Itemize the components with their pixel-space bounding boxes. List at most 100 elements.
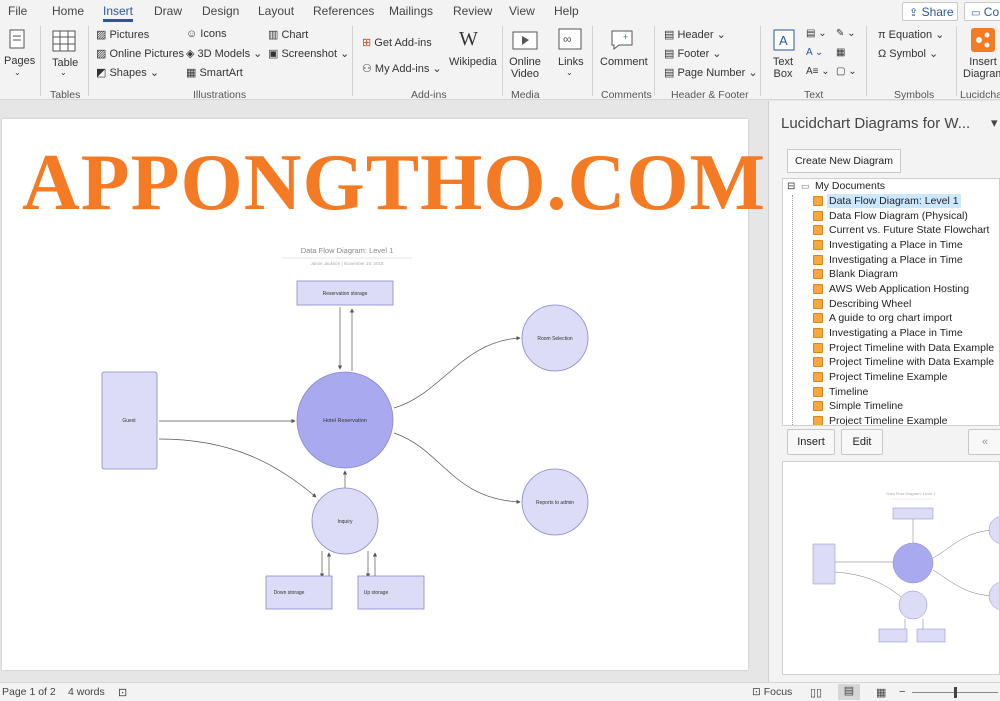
collapse-icon[interactable]: ⊟	[787, 181, 795, 192]
comments-label: Co	[983, 5, 1000, 19]
create-new-diagram-button[interactable]: Create New Diagram	[787, 149, 901, 173]
proofing-icon[interactable]: ⊡	[118, 686, 127, 699]
smartart-button[interactable]: ▦ SmartArt	[186, 66, 243, 79]
header-button[interactable]: ▤ Header ⌄	[664, 28, 726, 41]
page-number-button[interactable]: ▤ Page Number ⌄	[664, 66, 758, 79]
chevron-down-icon: ⌄	[14, 68, 21, 77]
node-guest[interactable]: Guest	[101, 371, 158, 470]
edit-button[interactable]: Edit	[841, 429, 883, 455]
node-reports-to-admin[interactable]: Reports to admin	[521, 468, 589, 536]
tab-layout[interactable]: Layout	[258, 4, 294, 18]
drop-cap-icon[interactable]: A≡ ⌄	[806, 66, 830, 77]
equation-button[interactable]: π Equation ⌄	[878, 28, 944, 41]
node-room-selection[interactable]: Room Selection	[521, 304, 589, 372]
word-count[interactable]: 4 words	[68, 686, 105, 698]
shapes-button[interactable]: ◩ Shapes ⌄	[96, 66, 159, 79]
signature-line-icon[interactable]: ✎ ⌄	[836, 28, 856, 39]
node-label: Room Selection	[537, 336, 573, 342]
footer-icon: ▤	[664, 48, 678, 60]
node-reservation-storage[interactable]: Reservation storage	[296, 280, 394, 306]
tab-help[interactable]: Help	[554, 4, 579, 18]
my-addins-button[interactable]: ⚇ My Add-ins ⌄	[362, 62, 442, 75]
tab-references[interactable]: References	[313, 4, 374, 18]
zoom-out-icon[interactable]: −	[899, 686, 905, 698]
tab-file[interactable]: File	[8, 4, 27, 18]
online-pictures-label: Online Pictures	[109, 48, 185, 60]
object-icon[interactable]: ▢ ⌄	[836, 66, 857, 77]
tree-item-label: Data Flow Diagram (Physical)	[829, 210, 968, 222]
page-count[interactable]: Page 1 of 2	[2, 686, 56, 698]
link-icon: ∞	[558, 28, 582, 50]
tab-draw[interactable]: Draw	[154, 4, 182, 18]
node-up-storage[interactable]: Up storage	[357, 575, 425, 610]
preview-title: Data Flow Diagram: Level 1	[886, 491, 936, 496]
chevron-down-icon: ⌄	[745, 67, 758, 79]
preview-node-reports	[988, 582, 999, 610]
node-label: Reports to admin	[536, 500, 574, 506]
tab-mailings[interactable]: Mailings	[389, 4, 433, 18]
chart-label: Chart	[281, 29, 309, 41]
print-layout-icon[interactable]: ▤	[838, 684, 860, 700]
web-layout-icon[interactable]: ▦	[876, 686, 886, 699]
smartart-icon: ▦	[186, 67, 200, 79]
chevron-down-icon: ⌄	[250, 48, 263, 60]
ribbon: Pages ⌄ Table ⌄ Tables ▨ Pictures ▨ Onli…	[0, 22, 1000, 101]
group-divider	[956, 26, 957, 96]
svg-text:∞: ∞	[563, 32, 572, 46]
header-label: Header	[677, 29, 714, 41]
illustrations-group-label: Illustrations	[193, 89, 247, 101]
node-label: Up storage	[364, 590, 389, 596]
shapes-icon: ◩	[96, 67, 110, 79]
tree-item-label: Timeline	[829, 386, 869, 398]
wordart-icon[interactable]: A ⌄	[806, 47, 823, 58]
tree-root[interactable]: My Documents	[815, 180, 885, 192]
preview-node-down	[878, 628, 908, 643]
preview-node-storage	[892, 507, 934, 520]
node-label: Reservation storage	[323, 291, 368, 297]
get-addins-button[interactable]: ⊞ Get Add-ins	[362, 36, 432, 49]
tab-insert[interactable]: Insert	[103, 4, 133, 18]
date-time-icon[interactable]: ▦	[836, 47, 845, 58]
comments-button[interactable]: ▭ Co	[964, 2, 1000, 21]
share-button[interactable]: ⇪ Share	[902, 2, 958, 21]
text-box-icon: A	[773, 29, 795, 51]
read-mode-icon[interactable]: ▯▯	[810, 686, 822, 699]
tree-item-label: Describing Wheel	[829, 298, 912, 310]
3d-models-button[interactable]: ◈ 3D Models ⌄	[186, 47, 262, 60]
group-divider	[760, 26, 761, 96]
my-addins-label: My Add-ins	[374, 63, 430, 75]
icons-button[interactable]: ☺ Icons	[186, 28, 227, 40]
pictures-icon: ▨	[96, 29, 110, 41]
insert-button[interactable]: Insert	[787, 429, 835, 455]
share-icon: ⇪	[909, 7, 919, 19]
text-group-label: Text	[804, 89, 824, 101]
document-tree[interactable]: ⊟ ▭ My Documents Data Flow Diagram: Leve…	[782, 178, 1000, 426]
node-inquiry[interactable]: Inquiry	[311, 487, 379, 555]
diagram-file-icon	[813, 401, 823, 411]
footer-button[interactable]: ▤ Footer ⌄	[664, 47, 722, 60]
tab-review[interactable]: Review	[453, 4, 492, 18]
quick-parts-icon[interactable]: ▤ ⌄	[806, 28, 827, 39]
pane-options-icon[interactable]: ▾	[991, 115, 998, 131]
tab-design[interactable]: Design	[202, 4, 239, 18]
tab-home[interactable]: Home	[52, 4, 84, 18]
node-hotel-reservation[interactable]: Hotel Reservation	[296, 371, 394, 469]
diagram-file-icon	[813, 225, 823, 235]
pictures-button[interactable]: ▨ Pictures	[96, 28, 149, 41]
focus-icon: ⊡	[752, 686, 764, 698]
focus-button[interactable]: ⊡ Focus	[752, 686, 792, 698]
collapse-preview-button[interactable]: «	[968, 429, 1000, 455]
tab-view[interactable]: View	[509, 4, 535, 18]
chart-button[interactable]: ▥ Chart	[268, 28, 308, 41]
text-box-label: Text Box	[772, 56, 794, 80]
zoom-slider-thumb[interactable]	[954, 687, 957, 698]
symbol-button[interactable]: Ω Symbol ⌄	[878, 47, 938, 60]
diagram-file-icon	[813, 299, 823, 309]
online-pictures-button[interactable]: ▨ Online Pictures	[96, 47, 184, 60]
screenshot-button[interactable]: ▣ Screenshot ⌄	[268, 47, 349, 60]
preview-node-hotel	[892, 542, 934, 584]
node-down-storage[interactable]: Down storage	[265, 575, 333, 610]
addins-icon: ⚇	[362, 63, 375, 75]
diagram-file-icon	[813, 328, 823, 338]
menu-bar: File Home Insert Draw Design Layout Refe…	[0, 0, 1000, 22]
